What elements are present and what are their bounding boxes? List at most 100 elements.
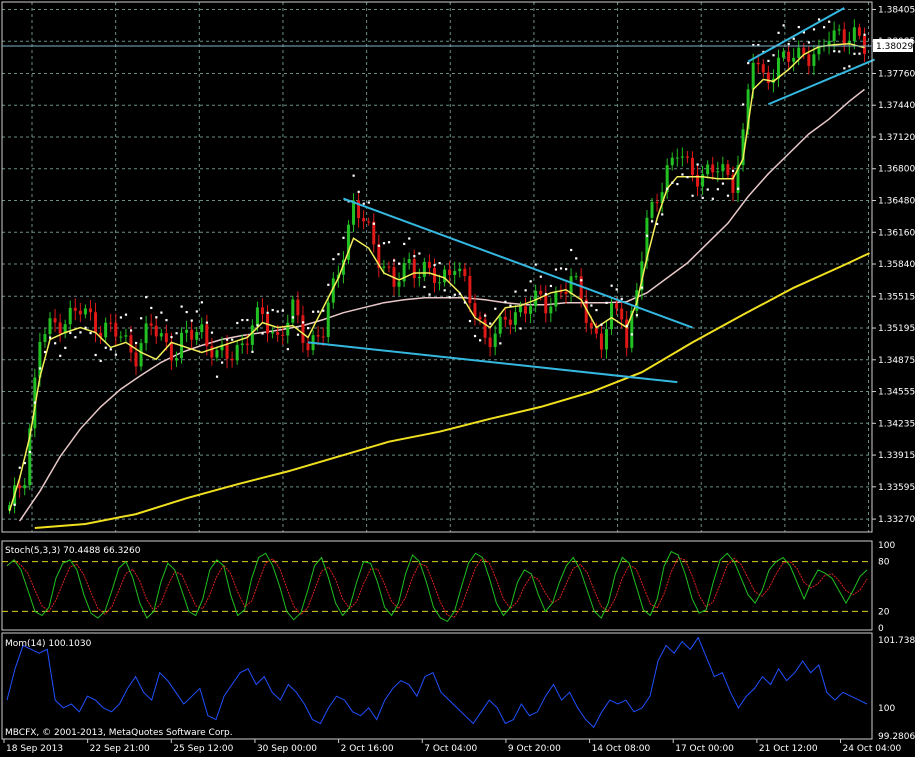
sar-dot [155, 316, 158, 319]
sar-dot [89, 332, 92, 335]
candle-body [564, 291, 568, 295]
candle-body [539, 290, 543, 295]
candle-body [362, 218, 366, 222]
sar-dot [529, 280, 532, 283]
sar-dot [782, 24, 785, 27]
candle-body [250, 325, 254, 345]
sar-dot [554, 268, 558, 271]
sar-dot [651, 220, 654, 223]
sar-dot [18, 466, 21, 469]
sar-dot [448, 296, 451, 299]
sar-dot [833, 50, 836, 53]
sar-dot [828, 20, 831, 23]
candle-body [706, 164, 710, 175]
stochastic-label: Stoch(5,3,3) 70.4488 66.3260 [5, 546, 141, 556]
time-tick-label: 21 Oct 12:00 [759, 744, 818, 754]
candle-body [114, 322, 118, 337]
time-tick-label: 25 Sep 12:00 [173, 744, 233, 754]
sar-dot [519, 327, 522, 330]
candle-body [281, 334, 285, 336]
time-tick-label: 2 Oct 16:00 [341, 744, 394, 754]
sar-dot [772, 54, 775, 57]
sar-dot [221, 361, 224, 364]
candle-body [230, 358, 234, 361]
sar-dot [499, 342, 502, 345]
candle-body [185, 329, 189, 333]
candle-body [670, 157, 674, 166]
candle-body [650, 201, 654, 218]
sar-dot [165, 319, 168, 322]
candle-body [326, 302, 330, 337]
sar-dot [43, 350, 47, 354]
sar-dot [13, 503, 16, 506]
candle-body [129, 335, 133, 353]
trading-chart-terminal: 1.384051.380851.377601.374401.371201.368… [0, 0, 915, 757]
stochastic-tick-label: 20 [878, 607, 890, 617]
sar-dot [681, 173, 684, 176]
sar-dot [863, 33, 866, 36]
candle-body [109, 322, 113, 324]
sar-dot [438, 262, 441, 265]
sar-dot [676, 182, 679, 186]
sar-dot [362, 202, 365, 205]
price-tick-label: 1.34555 [878, 388, 915, 398]
candle-body [144, 323, 148, 344]
candle-body [245, 343, 249, 345]
price-tick-label: 1.36160 [878, 228, 915, 238]
sar-dot [393, 259, 396, 262]
candle-body [210, 346, 214, 358]
candle-body [751, 62, 755, 90]
sar-dot [797, 25, 800, 29]
sar-dot [463, 301, 467, 304]
sar-dot [590, 304, 593, 307]
copyright-text: MBCFX, © 2001-2013, MetaQuotes Software … [5, 728, 233, 738]
sar-dot [59, 354, 62, 357]
candle-body [599, 333, 603, 350]
sar-dot [767, 59, 770, 63]
sar-dot [812, 28, 816, 31]
candle-body [124, 335, 128, 337]
sar-dot [327, 283, 330, 286]
candle-body [134, 352, 138, 367]
sar-dot [403, 242, 406, 246]
candle-body [468, 276, 472, 304]
sar-dot [453, 293, 456, 296]
time-tick-label: 17 Oct 00:00 [675, 744, 734, 754]
sar-dot [357, 190, 360, 193]
sar-dot [595, 309, 598, 312]
sar-dot [266, 311, 269, 314]
candle-body [271, 332, 275, 334]
candle-body [195, 332, 199, 340]
candle-body [174, 358, 178, 361]
candle-body [169, 342, 173, 361]
sar-dot [585, 301, 588, 304]
candle-body [104, 322, 108, 338]
momentum-tick-label: 101.7382 [878, 636, 915, 646]
sar-dot [742, 103, 745, 106]
sar-dot [226, 338, 229, 341]
sar-dot [418, 252, 421, 255]
candle-body [787, 51, 791, 62]
sar-dot [114, 353, 117, 356]
sar-dot [549, 284, 553, 288]
sar-dot [565, 268, 568, 271]
price-tick-label: 1.33270 [878, 515, 915, 525]
price-tick-label: 1.35195 [878, 324, 915, 334]
sar-dot [337, 253, 340, 256]
candle-body [655, 201, 659, 204]
candle-body [529, 306, 533, 314]
sar-dot [838, 50, 841, 53]
sar-dot [504, 300, 507, 303]
sar-dot [423, 285, 426, 289]
sar-dot [539, 275, 542, 278]
sar-dot [140, 317, 143, 320]
candle-body [58, 322, 62, 334]
sar-dot [711, 197, 714, 200]
candle-body [524, 306, 528, 314]
price-tick-label: 1.33595 [878, 483, 915, 493]
sar-dot [352, 174, 355, 177]
sar-dot [737, 187, 740, 190]
price-tick-label: 1.37440 [878, 101, 915, 111]
sar-dot [231, 338, 234, 341]
sar-dot [731, 169, 735, 172]
